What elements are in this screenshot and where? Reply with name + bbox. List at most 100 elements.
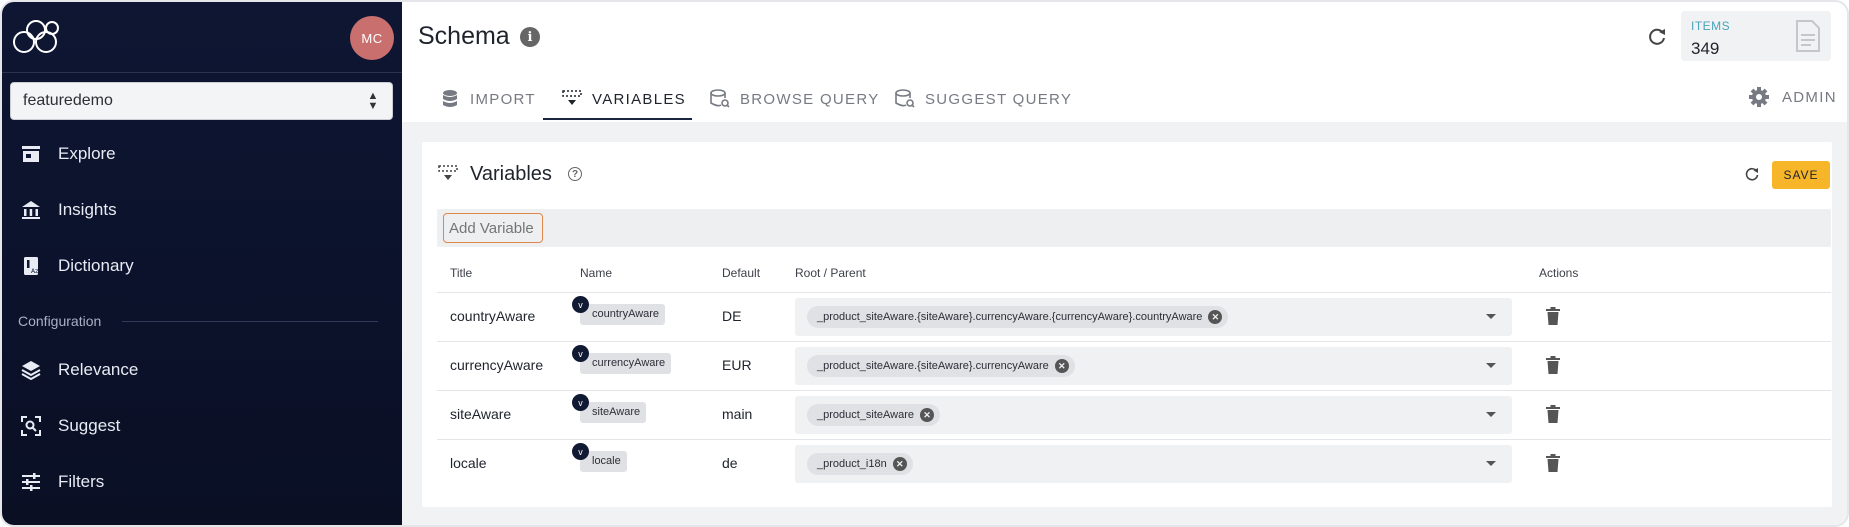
root-chip-label: _product_i18n (817, 458, 887, 470)
admin-label: ADMIN (1782, 88, 1837, 106)
sidebar-item-explore[interactable]: Explore (2, 134, 402, 174)
sidebar-item-label: Insights (58, 200, 117, 219)
active-tab-indicator (543, 118, 692, 120)
main-area: Schema i ITEMS 349 IMPORT VARIABLES BROW… (402, 2, 1847, 525)
gear-icon (1749, 87, 1769, 107)
variable-name: v siteAware (572, 394, 647, 423)
name-chip: siteAware (580, 402, 647, 423)
sidebar-item-filters[interactable]: Filters (2, 462, 402, 502)
admin-button[interactable]: ADMIN (1748, 86, 1837, 108)
tab-label: BROWSE QUERY (740, 90, 880, 108)
info-icon[interactable]: i (520, 27, 540, 47)
database-search-icon (895, 89, 915, 109)
variable-name: v countryAware (572, 296, 666, 325)
tab-browse-query[interactable]: BROWSE QUERY (710, 76, 880, 122)
save-button[interactable]: SAVE (1772, 161, 1830, 189)
remove-chip-icon[interactable]: ✕ (892, 457, 907, 471)
tab-suggest-query[interactable]: SUGGEST QUERY (895, 76, 1072, 122)
root-parent-select[interactable]: _product_i18n ✕ (795, 445, 1512, 483)
dictionary-icon: Az (20, 255, 42, 277)
page-title: Schema (418, 22, 510, 50)
divider (2, 72, 402, 73)
root-chip: _product_i18n ✕ (807, 453, 913, 475)
variable-title: currencyAware (450, 357, 544, 373)
table-row: siteAware v siteAware main _product_site… (437, 391, 1831, 439)
card-title: Variables (470, 163, 552, 185)
caret-down-icon[interactable] (1486, 412, 1496, 417)
page-header: Schema i ITEMS 349 IMPORT VARIABLES BROW… (402, 2, 1847, 122)
remove-chip-icon[interactable]: ✕ (1208, 310, 1223, 324)
variable-default: de (722, 455, 738, 471)
avatar[interactable]: MC (350, 16, 394, 60)
sliders-icon (20, 471, 42, 493)
tab-import[interactable]: IMPORT (440, 76, 536, 122)
root-parent-select[interactable]: _product_siteAware ✕ (795, 396, 1512, 434)
tab-variables[interactable]: VARIABLES (562, 76, 686, 122)
root-chip-label: _product_siteAware.{siteAware}.currencyA… (817, 360, 1049, 372)
column-header-actions: Actions (1539, 266, 1579, 280)
tenant-select[interactable]: featuredemo ▲ ▼ (10, 82, 393, 120)
variable-badge: v (572, 394, 589, 411)
divider (122, 321, 378, 322)
variable-badge: v (572, 443, 589, 460)
root-parent-select[interactable]: _product_siteAware.{siteAware}.currencyA… (795, 298, 1512, 336)
variable-default: DE (722, 308, 742, 324)
tab-label: SUGGEST QUERY (925, 90, 1073, 108)
items-count: 349 (1691, 39, 1720, 58)
sidebar-item-insights[interactable]: Insights (2, 190, 402, 230)
section-label-configuration: Configuration (18, 313, 102, 329)
variables-icon (438, 165, 458, 180)
column-header-title: Title (450, 266, 473, 280)
root-chip-label: _product_siteAware (817, 409, 915, 421)
variable-title: locale (450, 455, 487, 471)
sidebar-item-suggest[interactable]: Suggest (2, 406, 402, 446)
items-label: ITEMS (1691, 19, 1731, 33)
remove-chip-icon[interactable]: ✕ (920, 408, 935, 422)
table-row: countryAware v countryAware DE _product_… (437, 293, 1831, 341)
root-chip: _product_siteAware ✕ (807, 404, 941, 426)
layers-icon (20, 359, 42, 381)
column-header-root: Root / Parent (795, 266, 866, 280)
chevron-up-down-icon: ▲ ▼ (367, 90, 379, 112)
variable-badge: v (572, 296, 589, 313)
caret-down-icon[interactable] (1486, 363, 1496, 368)
table-row: locale v locale de _product_i18n ✕ (437, 440, 1831, 488)
sidebar-item-label: Explore (58, 144, 116, 163)
variable-default: EUR (722, 357, 752, 373)
help-icon[interactable]: ? (568, 167, 582, 181)
tenant-select-value: featuredemo (23, 92, 113, 109)
root-chip-label: _product_siteAware.{siteAware}.currencyA… (817, 311, 1203, 323)
root-chip: _product_siteAware.{siteAware}.currencyA… (807, 306, 1229, 328)
variable-name: v currencyAware (572, 345, 672, 374)
caret-down-icon[interactable] (1486, 461, 1496, 466)
caret-down-icon[interactable] (1486, 314, 1496, 319)
document-icon (1796, 20, 1820, 52)
search-scan-icon (20, 415, 42, 437)
name-chip: currencyAware (580, 353, 672, 374)
root-chip: _product_siteAware.{siteAware}.currencyA… (807, 355, 1075, 377)
name-chip: countryAware (580, 304, 666, 325)
column-header-default: Default (722, 266, 761, 280)
sidebar-item-label: Dictionary (58, 256, 134, 275)
trash-icon[interactable] (1545, 306, 1561, 326)
trash-icon[interactable] (1545, 404, 1561, 424)
tab-label: IMPORT (470, 90, 536, 108)
items-counter: ITEMS 349 (1681, 11, 1831, 61)
variables-icon (562, 89, 582, 109)
sidebar-item-dictionary[interactable]: Az Dictionary (2, 246, 402, 286)
root-parent-select[interactable]: _product_siteAware.{siteAware}.currencyA… (795, 347, 1512, 385)
table-row: currencyAware v currencyAware EUR _produ… (437, 342, 1831, 390)
variable-title: siteAware (450, 406, 512, 422)
sidebar-item-label: Suggest (58, 416, 121, 435)
remove-chip-icon[interactable]: ✕ (1054, 359, 1069, 373)
app-window: MC featuredemo ▲ ▼ Explore Insights Az Di… (0, 0, 1849, 527)
refresh-icon[interactable] (1744, 166, 1760, 182)
tab-label: VARIABLES (592, 90, 686, 108)
sidebar-item-relevance[interactable]: Relevance (2, 350, 402, 390)
trash-icon[interactable] (1545, 355, 1561, 375)
variable-name: v locale (572, 443, 627, 472)
sidebar-item-label: Relevance (58, 360, 139, 379)
trash-icon[interactable] (1545, 453, 1561, 473)
add-variable-input[interactable] (443, 213, 543, 243)
refresh-icon[interactable] (1646, 26, 1668, 48)
